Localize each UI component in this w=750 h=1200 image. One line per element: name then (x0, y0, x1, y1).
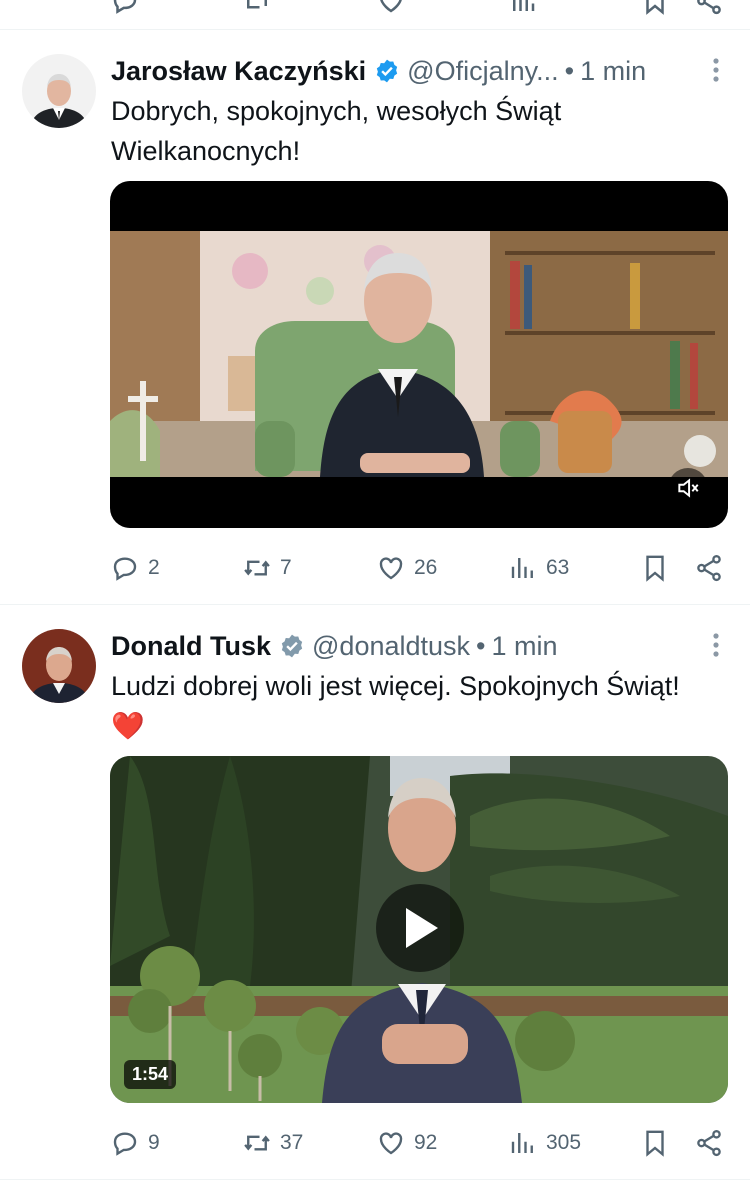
video-duration: 1:54 (124, 1060, 177, 1089)
avatar[interactable] (22, 54, 96, 128)
share-button[interactable] (694, 549, 724, 587)
repost-icon (244, 560, 270, 576)
heart-icon (379, 1132, 403, 1155)
timestamp[interactable]: 1 min (491, 631, 557, 662)
video-player[interactable]: 1:54 (110, 756, 728, 1103)
reply-icon[interactable] (110, 0, 140, 16)
tweet-text: Dobrych, spokojnych, wesołych Świąt Wiel… (111, 96, 562, 166)
author-handle[interactable]: @Oficjalny... (407, 56, 558, 87)
muted-speaker-icon (678, 478, 699, 498)
video-frame (110, 181, 728, 528)
repost-button[interactable]: 37 (242, 1124, 303, 1162)
share-button[interactable] (694, 1124, 724, 1162)
separator-dot: • (564, 55, 575, 86)
bookmark-icon (646, 555, 664, 582)
repost-count: 7 (280, 556, 292, 579)
views-chart-icon (511, 1133, 533, 1153)
reply-icon (113, 1132, 137, 1156)
bookmark-icon (646, 1130, 664, 1157)
tweet-actions: 9 37 92 305 (110, 1124, 730, 1162)
views-button[interactable]: 63 (508, 549, 569, 587)
like-button[interactable]: 92 (376, 1124, 437, 1162)
bookmark-button[interactable] (640, 549, 670, 587)
tweet-actions: 2 7 26 63 (110, 549, 730, 587)
reply-button[interactable]: 9 (110, 1124, 160, 1162)
bookmark-icon[interactable] (640, 0, 670, 16)
views-chart-icon (511, 558, 533, 578)
mute-button[interactable] (668, 468, 708, 508)
heart-icon (379, 557, 403, 580)
tweet[interactable]: Jarosław Kaczyński @Oficjalny... • 1 min… (0, 31, 750, 605)
more-options-icon[interactable] (712, 57, 720, 83)
tweet[interactable]: Donald Tusk @donaldtusk • 1 min Ludzi do… (0, 606, 750, 1180)
share-icon (697, 1129, 721, 1157)
repost-icon (244, 1135, 270, 1151)
like-count: 92 (414, 1131, 438, 1154)
reply-count: 9 (148, 1131, 160, 1154)
views-count: 305 (546, 1131, 582, 1154)
tweet-header: Donald Tusk @donaldtusk • 1 min (111, 626, 558, 666)
video-player[interactable] (110, 181, 728, 528)
separator-dot: • (476, 630, 486, 661)
more-options-icon[interactable] (712, 632, 720, 658)
avatar[interactable] (22, 629, 96, 703)
repost-icon[interactable] (242, 0, 272, 16)
like-icon[interactable] (376, 0, 406, 16)
timestamp[interactable]: 1 min (580, 56, 646, 87)
tweet-header: Jarosław Kaczyński @Oficjalny... • 1 min (111, 51, 646, 91)
author-name[interactable]: Jarosław Kaczyński (111, 56, 366, 87)
views-icon[interactable] (508, 0, 538, 16)
share-icon (697, 554, 721, 582)
views-count: 63 (546, 556, 570, 579)
views-button[interactable]: 305 (508, 1124, 581, 1162)
bookmark-button[interactable] (640, 1124, 670, 1162)
previous-tweet-actions (0, 0, 750, 30)
play-icon (406, 908, 438, 948)
like-button[interactable]: 26 (376, 549, 437, 587)
play-button[interactable] (376, 884, 464, 972)
verified-badge-icon[interactable] (374, 58, 400, 84)
tweet-text: Ludzi dobrej woli jest więcej. Spokojnyc… (111, 671, 680, 741)
reply-button[interactable]: 2 (110, 549, 160, 587)
author-name[interactable]: Donald Tusk (111, 631, 271, 662)
reply-icon (113, 557, 137, 581)
author-handle[interactable]: @donaldtusk (312, 631, 470, 662)
share-icon[interactable] (694, 0, 724, 16)
verified-badge-icon[interactable] (279, 633, 305, 659)
repost-count: 37 (280, 1131, 304, 1154)
like-count: 26 (414, 556, 438, 579)
repost-button[interactable]: 7 (242, 549, 292, 587)
reply-count: 2 (148, 556, 160, 579)
